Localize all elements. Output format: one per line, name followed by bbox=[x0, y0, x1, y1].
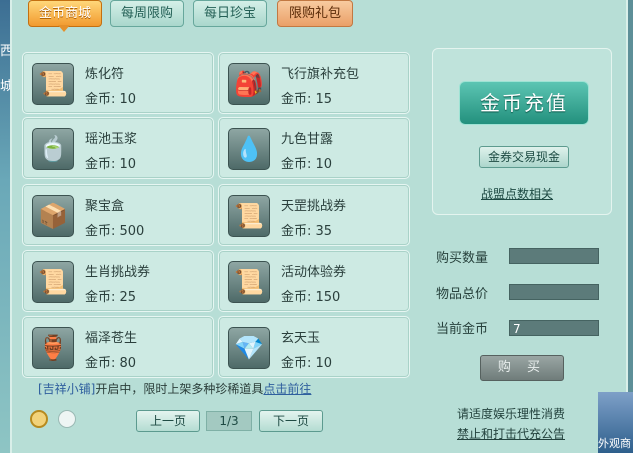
bottle-icon: 🏺 bbox=[32, 327, 74, 369]
active-tab-pointer bbox=[58, 25, 70, 32]
talisman-icon: 📜 bbox=[32, 63, 74, 105]
item-card-flag-pack[interactable]: 🎒 飞行旗补充包 金币: 15 bbox=[218, 52, 410, 114]
item-name: 生肖挑战券 bbox=[85, 265, 151, 280]
anti-proxy-recharge-link[interactable]: 禁止和打击代充公告 bbox=[457, 425, 565, 442]
total-price-label: 物品总价 bbox=[436, 287, 489, 302]
item-price: 金币: 35 bbox=[281, 224, 333, 239]
item-price: 金币: 500 bbox=[85, 224, 145, 239]
promo-text: 开启中，限时上架多种珍稀道具 bbox=[95, 382, 264, 396]
nectar-icon: 💧 bbox=[228, 128, 270, 170]
item-price: 金币: 10 bbox=[85, 92, 137, 107]
total-price-field bbox=[509, 284, 599, 300]
tab-limited-gift[interactable]: 限购礼包 bbox=[277, 0, 353, 27]
item-price: 金币: 25 bbox=[85, 290, 137, 305]
jade-gourd-icon: 🍵 bbox=[32, 128, 74, 170]
item-card-treasure-box[interactable]: 📦 聚宝盒 金币: 500 bbox=[22, 184, 214, 246]
scroll-icon: 📜 bbox=[228, 195, 270, 237]
alliance-points-link[interactable]: 战盟点数相关 bbox=[481, 185, 553, 202]
scroll-icon: 📜 bbox=[32, 261, 74, 303]
item-price: 金币: 10 bbox=[281, 157, 333, 172]
tab-gold-mall[interactable]: 金币商城 bbox=[28, 0, 102, 27]
promo-prefix: [吉祥小铺] bbox=[38, 382, 96, 396]
item-name: 玄天玉 bbox=[281, 331, 321, 346]
voucher-exchange-button[interactable]: 金券交易现金 bbox=[479, 146, 569, 168]
page-indicator: 1/3 bbox=[206, 411, 252, 431]
item-name: 瑶池玉浆 bbox=[85, 132, 138, 147]
gold-recharge-button[interactable]: 金币充值 bbox=[459, 81, 589, 125]
item-name: 天罡挑战券 bbox=[281, 199, 347, 214]
current-gold-field: 7 bbox=[509, 320, 599, 336]
toggle-radio[interactable] bbox=[58, 410, 76, 428]
item-card-fuze[interactable]: 🏺 福泽苍生 金币: 80 bbox=[22, 316, 214, 378]
tab-daily-treasure[interactable]: 每日珍宝 bbox=[193, 0, 267, 27]
item-card-zodiac[interactable]: 📜 生肖挑战券 金币: 25 bbox=[22, 250, 214, 312]
quantity-label: 购买数量 bbox=[436, 251, 489, 266]
item-card-lianhuafu[interactable]: 📜 炼化符 金币: 10 bbox=[22, 52, 214, 114]
rational-spending-notice: 请适度娱乐理性消费 bbox=[457, 407, 566, 421]
item-price: 金币: 10 bbox=[281, 356, 333, 371]
tab-weekly-limit[interactable]: 每周限购 bbox=[110, 0, 184, 27]
item-card-event-pass[interactable]: 📜 活动体验券 金币: 150 bbox=[218, 250, 410, 312]
item-name: 炼化符 bbox=[85, 67, 125, 82]
item-card-nectar[interactable]: 💧 九色甘露 金币: 10 bbox=[218, 117, 410, 179]
item-card-yaochi[interactable]: 🍵 瑶池玉浆 金币: 10 bbox=[22, 117, 214, 179]
item-price: 金币: 10 bbox=[85, 157, 137, 172]
prev-page-button[interactable]: 上一页 bbox=[136, 410, 200, 432]
scroll-icon: 📜 bbox=[228, 261, 270, 303]
left-edge-char-1: 西 bbox=[0, 44, 14, 59]
next-page-button[interactable]: 下一页 bbox=[259, 410, 323, 432]
buy-button[interactable]: 购 买 bbox=[480, 355, 564, 381]
item-card-xuantian-jade[interactable]: 💎 玄天玉 金币: 10 bbox=[218, 316, 410, 378]
current-gold-label: 当前金币 bbox=[436, 322, 489, 337]
appearance-shop-label: 外观商 bbox=[598, 437, 631, 450]
quantity-input[interactable] bbox=[509, 248, 599, 264]
magnifier-icon[interactable] bbox=[30, 410, 48, 428]
left-edge-char-2: 城 bbox=[0, 79, 14, 94]
item-price: 金币: 150 bbox=[281, 290, 341, 305]
appearance-shop-corner[interactable]: 外观商 bbox=[598, 392, 633, 453]
item-card-tiangang[interactable]: 📜 天罡挑战券 金币: 35 bbox=[218, 184, 410, 246]
promo-go-link[interactable]: 点击前往 bbox=[263, 382, 311, 396]
item-name: 飞行旗补充包 bbox=[281, 67, 360, 82]
item-name: 聚宝盒 bbox=[85, 199, 125, 214]
item-price: 金币: 80 bbox=[85, 356, 137, 371]
item-name: 活动体验券 bbox=[281, 265, 347, 280]
treasure-box-icon: 📦 bbox=[32, 195, 74, 237]
item-price: 金币: 15 bbox=[281, 92, 333, 107]
promo-banner: [吉祥小铺]开启中，限时上架多种珍稀道具点击前往 bbox=[38, 380, 311, 397]
jade-gem-icon: 💎 bbox=[228, 327, 270, 369]
item-name: 九色甘露 bbox=[281, 132, 334, 147]
item-name: 福泽苍生 bbox=[85, 331, 138, 346]
flag-pack-icon: 🎒 bbox=[228, 63, 270, 105]
